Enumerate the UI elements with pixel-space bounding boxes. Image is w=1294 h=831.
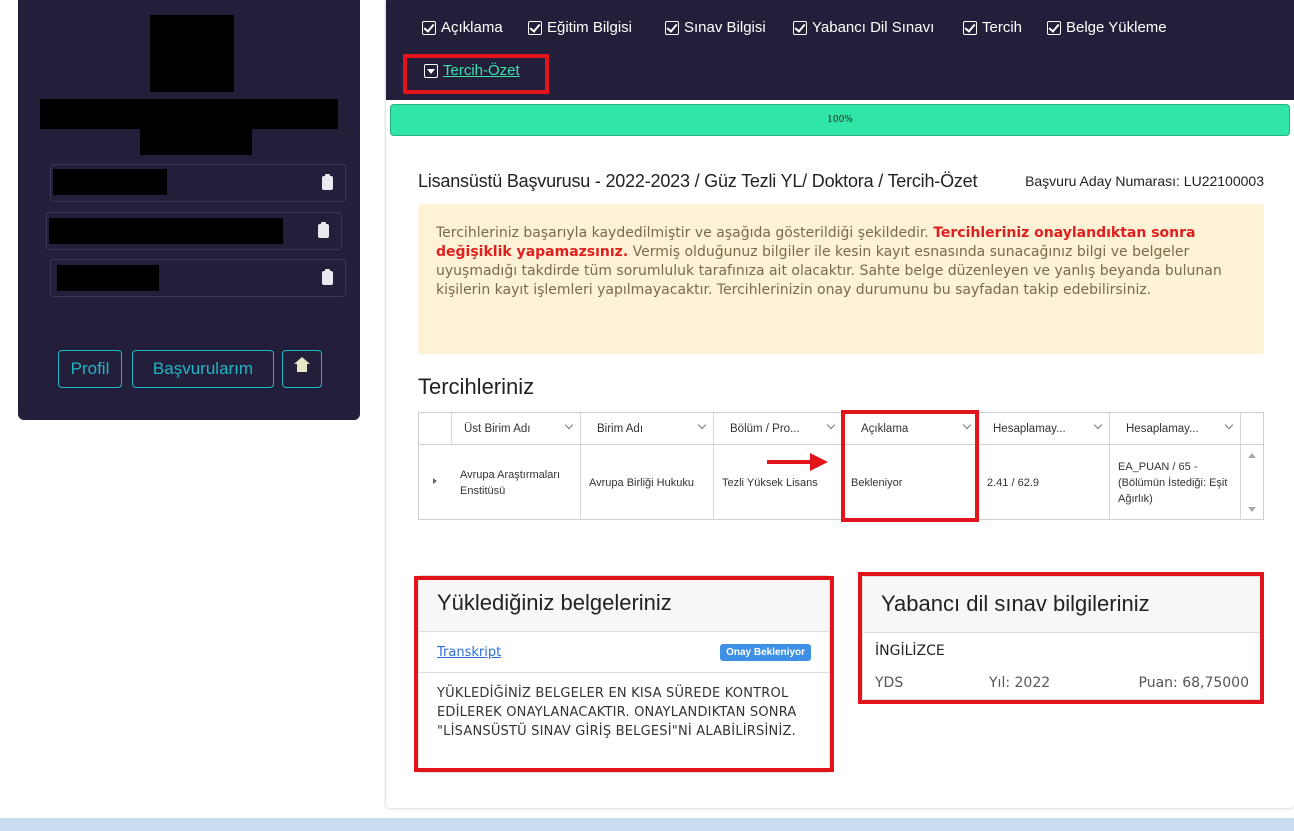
info-field-1 — [50, 164, 346, 202]
highlight-box — [858, 572, 1264, 704]
info-field-2 — [46, 212, 342, 250]
tab-egitim-bilgisi[interactable]: Eğitim Bilgisi — [528, 19, 632, 36]
checkbox-checked-icon — [963, 20, 977, 35]
step-nav: Açıklama Eğitim Bilgisi Sınav Bilgisi Ya… — [386, 0, 1294, 100]
chevron-down-icon[interactable] — [697, 420, 707, 430]
checkbox-checked-icon — [665, 20, 679, 35]
clipboard-icon[interactable] — [322, 174, 333, 190]
home-icon — [294, 357, 310, 375]
page-title: Lisansüstü Başvurusu - 2022-2023 / Güz T… — [418, 171, 978, 191]
chevron-down-icon[interactable] — [564, 420, 574, 430]
checkbox-checked-icon — [793, 20, 807, 35]
grid-column-bolum[interactable]: Bölüm / Pro... — [714, 413, 843, 444]
applications-button[interactable]: Başvurularım — [132, 350, 274, 388]
grid-column-hesaplama-1[interactable]: Hesaplamay... — [979, 413, 1110, 444]
application-number: Başvuru Aday Numarası: LU22100003 — [1025, 173, 1264, 189]
checkbox-checked-icon — [422, 20, 436, 35]
info-value-redacted — [53, 169, 167, 195]
expand-row-icon[interactable] — [433, 478, 437, 484]
tab-aciklama[interactable]: Açıklama — [422, 19, 503, 36]
highlight-box — [841, 410, 979, 522]
clipboard-icon[interactable] — [318, 222, 329, 238]
chevron-down-icon[interactable] — [1093, 420, 1103, 430]
annotation-arrow — [767, 460, 815, 464]
footer-bar — [0, 818, 1294, 831]
grid-column-ust-birim[interactable]: Üst Birim Adı — [452, 413, 581, 444]
tab-belge-yukleme[interactable]: Belge Yükleme — [1047, 19, 1167, 36]
profile-button[interactable]: Profil — [58, 350, 122, 388]
scroll-up-icon[interactable] — [1248, 453, 1256, 458]
alert-text: Tercihleriniz başarıyla kaydedilmiştir v… — [436, 225, 934, 241]
cell-birim: Avrupa Birliği Hukuku — [581, 445, 714, 520]
user-subtitle-redacted — [140, 129, 252, 155]
grid-column-birim[interactable]: Birim Adı — [581, 413, 714, 444]
info-value-redacted — [57, 265, 159, 291]
main-panel: Açıklama Eğitim Bilgisi Sınav Bilgisi Ya… — [386, 0, 1294, 808]
highlight-box — [403, 54, 549, 94]
cell-hesaplama-1: 2.41 / 62.9 — [979, 445, 1110, 520]
clipboard-icon[interactable] — [322, 269, 333, 285]
grid-column-hesaplama-2[interactable]: Hesaplamay... — [1110, 413, 1241, 444]
info-alert: Tercihleriniz başarıyla kaydedilmiştir v… — [418, 204, 1264, 354]
tab-sinav-bilgisi[interactable]: Sınav Bilgisi — [665, 19, 766, 36]
progress-text: 100% — [827, 115, 853, 125]
grid-scrollbar[interactable] — [1241, 445, 1263, 520]
user-name-redacted — [40, 99, 338, 129]
annotation-arrow-head — [810, 453, 828, 471]
tab-tercih[interactable]: Tercih — [963, 19, 1022, 36]
highlight-box — [414, 576, 834, 772]
info-value-redacted — [49, 218, 283, 244]
progress-bar: 100% — [390, 104, 1290, 136]
checkbox-checked-icon — [528, 20, 542, 35]
preferences-title: Tercihleriniz — [418, 374, 535, 399]
tab-yabanci-dil[interactable]: Yabancı Dil Sınavı — [793, 19, 934, 36]
chevron-down-icon[interactable] — [826, 420, 836, 430]
chevron-down-icon[interactable] — [1224, 420, 1234, 430]
scroll-down-icon[interactable] — [1248, 507, 1256, 512]
cell-ust-birim: Avrupa Araştırmaları Enstitüsü — [452, 445, 581, 520]
checkbox-checked-icon — [1047, 20, 1061, 35]
cell-hesaplama-2: EA_PUAN / 65 - (Bölümün İstediği: Eşit A… — [1110, 445, 1241, 520]
avatar-redacted — [150, 15, 234, 92]
sidebar: Profil Başvurularım — [18, 0, 360, 420]
info-field-3 — [50, 259, 346, 297]
grid-column-expander — [419, 413, 452, 444]
home-button[interactable] — [282, 350, 322, 388]
